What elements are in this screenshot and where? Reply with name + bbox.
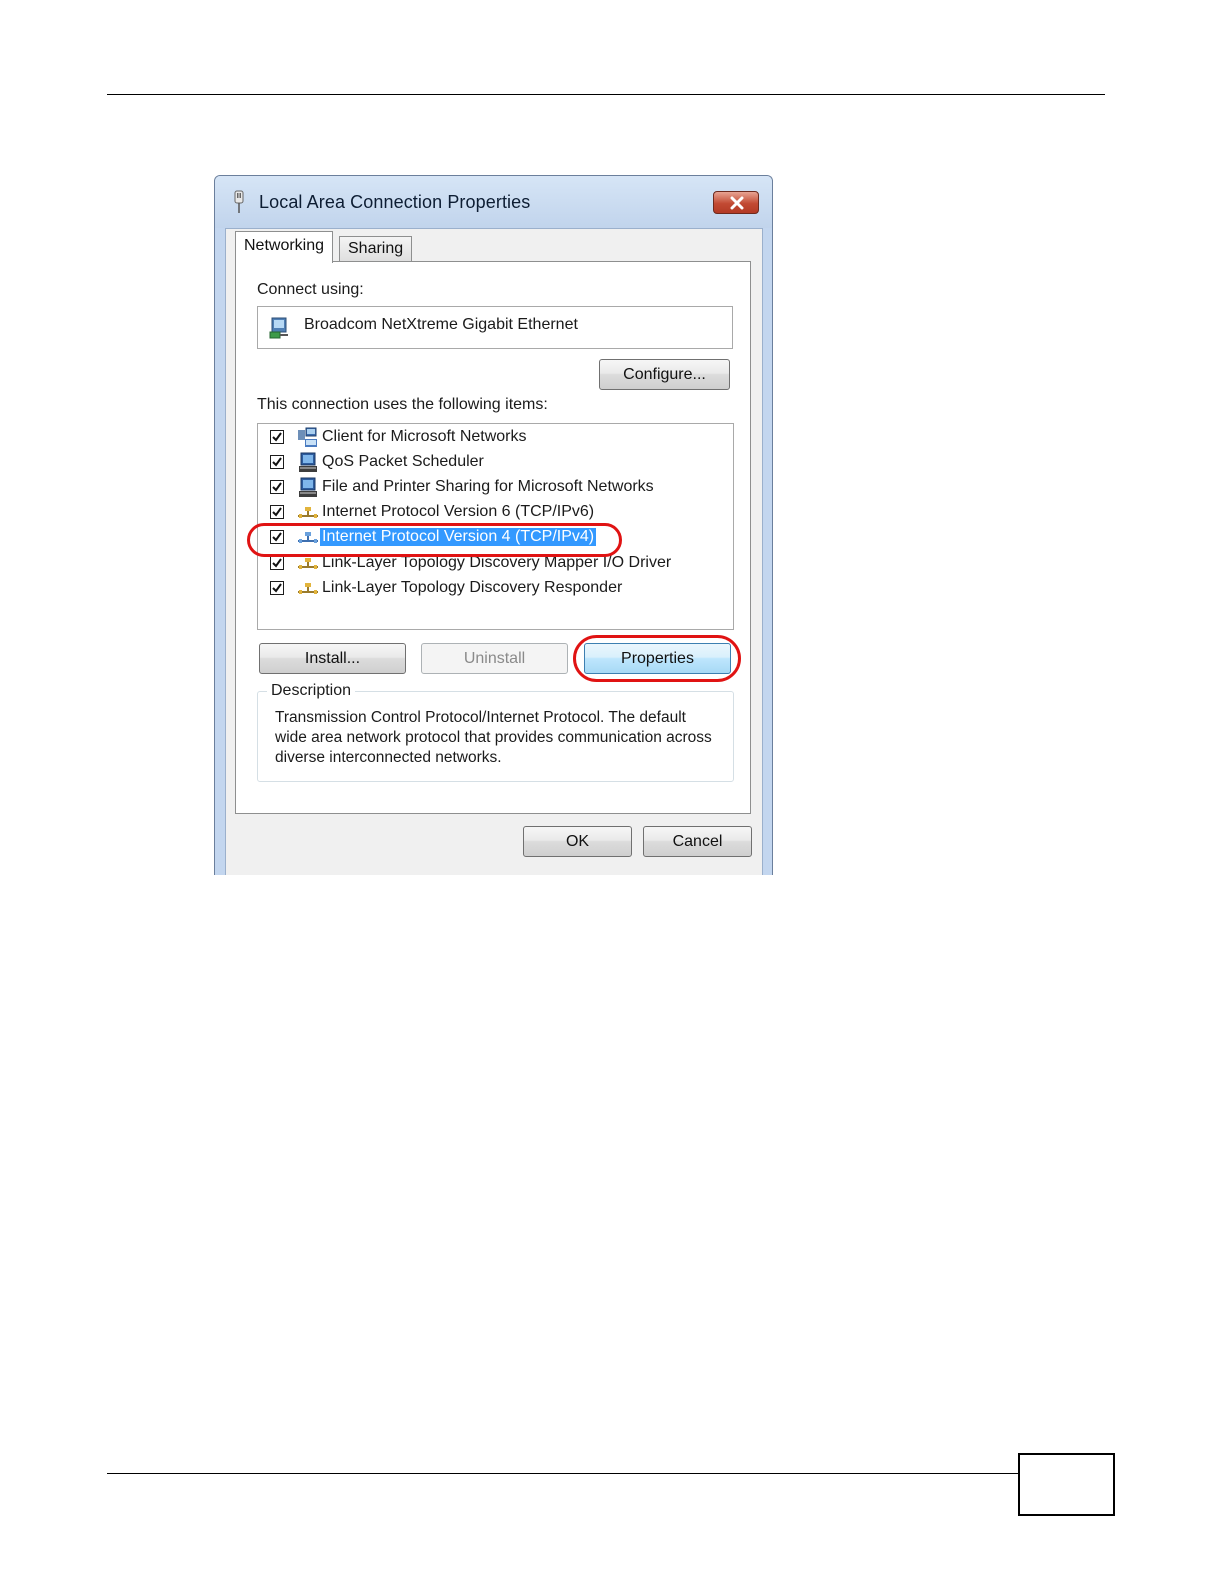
item-checkbox[interactable] (270, 556, 284, 570)
tab-sharing[interactable]: Sharing (339, 236, 413, 262)
install-button[interactable]: Install... (259, 643, 406, 674)
item-checkbox[interactable] (270, 505, 284, 519)
description-title: Description (267, 682, 356, 700)
list-item[interactable]: Link-Layer Topology Discovery Responder (258, 577, 733, 602)
item-label: QoS Packet Scheduler (322, 453, 484, 470)
highlight-ring-ipv4 (247, 523, 622, 557)
dialog-title: Local Area Connection Properties (259, 192, 531, 212)
items-label: This connection uses the following items… (257, 396, 548, 413)
protocol-icon (298, 583, 318, 594)
uninstall-button[interactable]: Uninstall (421, 643, 568, 674)
network-card-icon (269, 317, 288, 339)
checkmark-icon (272, 507, 282, 517)
configure-button[interactable]: Configure... (599, 359, 730, 390)
tab-networking[interactable]: Networking (235, 231, 334, 263)
service-icon (299, 477, 317, 497)
ok-button[interactable]: OK (523, 826, 632, 857)
adapter-name: Broadcom NetXtreme Gigabit Ethernet (304, 316, 578, 333)
highlight-ring-properties (573, 635, 741, 682)
protocol-icon (298, 507, 318, 518)
adapter-field: Broadcom NetXtreme Gigabit Ethernet (257, 306, 733, 349)
checkmark-icon (272, 432, 282, 442)
list-item[interactable]: Client for Microsoft Networks (258, 426, 733, 451)
footer-rule (107, 1473, 1019, 1474)
service-icon (299, 452, 317, 472)
header-rule (107, 94, 1105, 95)
close-icon (730, 196, 744, 210)
item-checkbox[interactable] (270, 430, 284, 444)
list-item[interactable]: QoS Packet Scheduler (258, 451, 733, 476)
description-text: Transmission Control Protocol/Internet P… (275, 709, 712, 766)
item-label: Client for Microsoft Networks (322, 428, 527, 445)
item-checkbox[interactable] (270, 455, 284, 469)
list-item[interactable]: File and Printer Sharing for Microsoft N… (258, 476, 733, 501)
checkmark-icon (272, 583, 282, 593)
network-adapter-icon (234, 190, 244, 213)
item-label: Internet Protocol Version 6 (TCP/IPv6) (322, 503, 595, 520)
properties-dialog: Local Area Connection Properties Network… (214, 175, 773, 875)
title-bar[interactable]: Local Area Connection Properties (215, 176, 772, 228)
checkmark-icon (272, 558, 282, 568)
network-client-icon (298, 427, 317, 447)
page-number-box (1018, 1453, 1115, 1516)
cancel-button[interactable]: Cancel (643, 826, 752, 857)
item-checkbox[interactable] (270, 480, 284, 494)
checkmark-icon (272, 482, 282, 492)
item-label: Link-Layer Topology Discovery Responder (322, 579, 623, 596)
checkmark-icon (272, 457, 282, 467)
connect-using-label: Connect using: (257, 281, 364, 298)
item-checkbox[interactable] (270, 581, 284, 595)
item-label: File and Printer Sharing for Microsoft N… (322, 478, 654, 495)
close-button[interactable] (713, 191, 759, 214)
